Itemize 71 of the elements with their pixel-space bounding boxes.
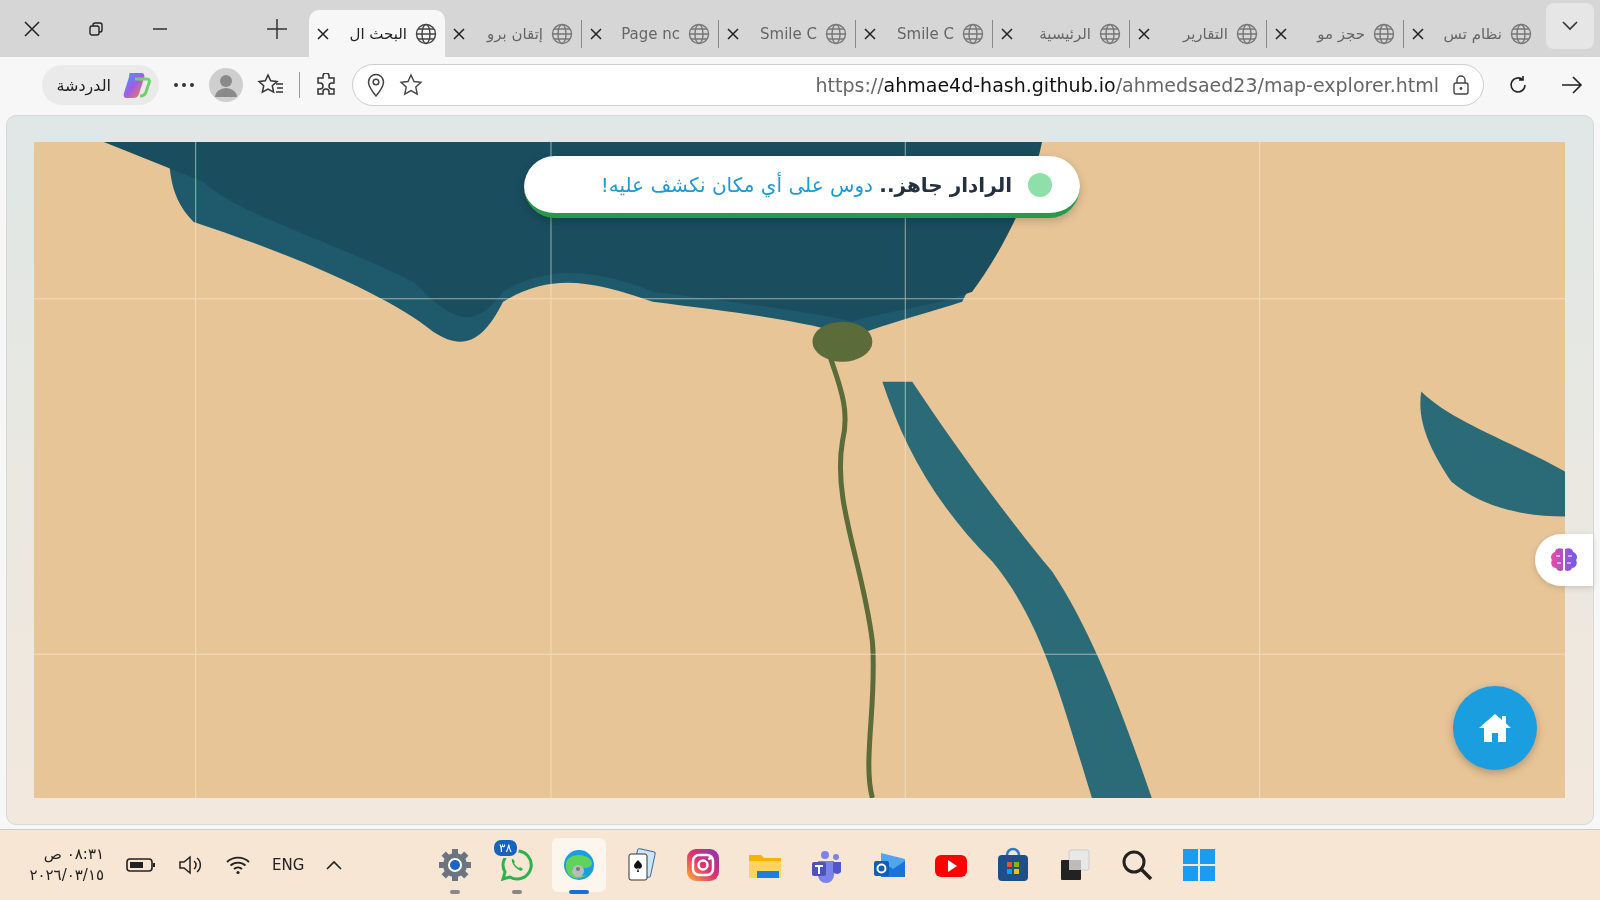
plus-icon xyxy=(266,17,288,40)
clock-date[interactable]: ٢٠٢٦/٠٣/١٥ xyxy=(29,865,104,886)
refresh-icon xyxy=(1508,75,1528,95)
browser-logo-icon xyxy=(561,847,597,883)
close-icon[interactable] xyxy=(590,27,602,40)
close-icon[interactable] xyxy=(864,27,876,40)
minimize-icon xyxy=(153,27,167,30)
chevron-up-icon[interactable] xyxy=(326,860,343,870)
close-icon[interactable] xyxy=(1275,27,1287,40)
battery-icon[interactable] xyxy=(126,857,156,873)
gear-icon xyxy=(437,847,473,883)
close-icon[interactable] xyxy=(1138,27,1150,40)
padlock-icon xyxy=(1453,75,1469,95)
globe-icon xyxy=(1236,22,1258,45)
browser-tab[interactable]: نظام تس xyxy=(1404,10,1540,57)
clock-time[interactable]: ٠٨:٣١ ص xyxy=(43,844,104,865)
browser-tab[interactable]: البحث ال xyxy=(309,10,445,57)
globe-icon xyxy=(825,22,847,45)
close-icon[interactable] xyxy=(1412,27,1424,40)
wifi-icon[interactable] xyxy=(226,855,250,875)
tab-title: الرئيسية xyxy=(1038,24,1091,43)
taskbar-app[interactable]: ٣٨ xyxy=(490,838,544,892)
browser-tab[interactable]: التقارير xyxy=(1130,10,1266,57)
tab-title: Smile C xyxy=(759,24,817,43)
browser-tab[interactable]: Smile C xyxy=(719,10,855,57)
restore-icon xyxy=(89,21,103,36)
home-icon xyxy=(1478,713,1512,743)
location-pin-icon[interactable] xyxy=(367,73,385,97)
browser-tab[interactable]: Page nc xyxy=(582,10,718,57)
camera-icon xyxy=(685,847,721,883)
globe-icon xyxy=(551,22,573,45)
tab-title: التقارير xyxy=(1181,24,1228,43)
address-field[interactable]: https://ahmae4d-hash.github.io/ahmedsaed23/map-explorer.html xyxy=(352,64,1484,106)
tab-title: Page nc xyxy=(620,24,680,43)
puzzle-icon[interactable] xyxy=(314,73,338,97)
browser-tab[interactable]: حجز مو xyxy=(1267,10,1403,57)
windows-logo-icon xyxy=(1181,847,1217,883)
speaker-icon[interactable] xyxy=(178,854,204,876)
brain-icon xyxy=(1550,547,1578,573)
notification-badge: ٣٨ xyxy=(492,838,519,858)
status-message: الرادار جاهز.. دوس على أي مكان نكشف عليه! xyxy=(600,172,1012,197)
close-icon[interactable] xyxy=(727,27,739,40)
globe-icon xyxy=(1099,22,1121,45)
star-icon[interactable] xyxy=(399,73,423,97)
language-indicator[interactable]: ENG xyxy=(272,856,305,874)
globe-icon xyxy=(1373,22,1395,45)
close-icon[interactable] xyxy=(317,27,329,40)
more-icon[interactable] xyxy=(173,82,195,88)
chat-button[interactable]: الدردشة xyxy=(42,65,159,105)
profile-avatar[interactable] xyxy=(209,68,243,102)
tab-title: إتقان برو xyxy=(485,24,543,43)
arrow-right-icon xyxy=(1561,76,1583,94)
browser-tab[interactable]: إتقان برو xyxy=(445,10,581,57)
globe-icon xyxy=(962,22,984,45)
tab-title: Smile C xyxy=(896,24,954,43)
copilot-logo-icon xyxy=(121,70,151,100)
url-text: https://ahmae4d-hash.github.io/ahmedsaed23/map-explorer.html xyxy=(815,74,1439,96)
globe-icon xyxy=(1510,22,1532,45)
chevron-down-icon xyxy=(1562,20,1578,31)
tab-title: نظام تس xyxy=(1442,24,1502,43)
close-icon[interactable] xyxy=(453,27,465,40)
tab-title: حجز مو xyxy=(1315,24,1365,43)
browser-tab[interactable]: Smile C xyxy=(856,10,992,57)
close-icon xyxy=(24,20,40,37)
tab-title: البحث ال xyxy=(348,24,407,43)
shopping-bag-icon xyxy=(995,847,1031,883)
brain-button[interactable] xyxy=(1535,534,1593,586)
close-icon[interactable] xyxy=(1001,27,1013,40)
globe-icon xyxy=(415,22,437,45)
globe-icon xyxy=(688,22,710,45)
browser-tab[interactable]: الرئيسية xyxy=(993,10,1129,57)
